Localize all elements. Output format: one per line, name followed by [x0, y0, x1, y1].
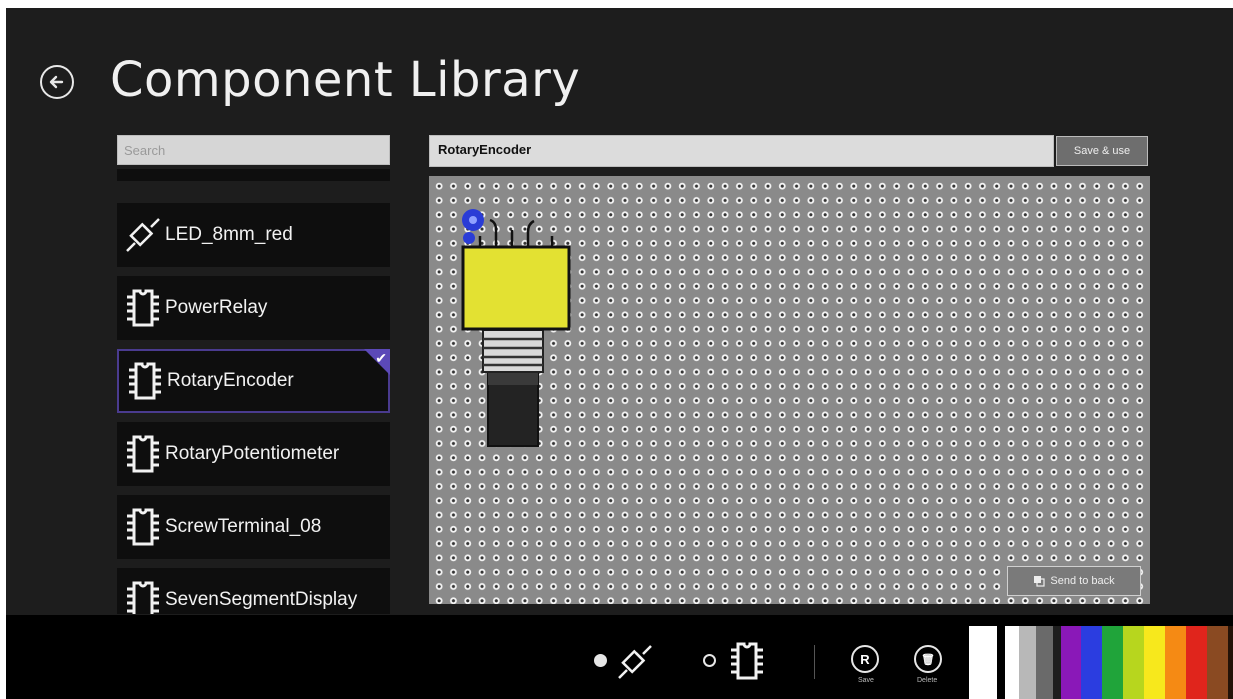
- list-item-power-relay[interactable]: PowerRelay: [117, 276, 390, 340]
- list-item-label: SevenSegmentDisplay: [165, 589, 358, 610]
- save-button[interactable]: R: [851, 645, 879, 673]
- color-swatch-green[interactable]: [1102, 626, 1123, 699]
- color-palette: [969, 626, 1233, 699]
- led-icon[interactable]: [616, 643, 654, 686]
- chip-icon: [121, 580, 165, 614]
- list-item-label: RotaryEncoder: [167, 370, 294, 391]
- color-swatch-dark-brown[interactable]: [1228, 626, 1233, 699]
- page-title: Component Library: [110, 52, 581, 108]
- chip-tool-radio[interactable]: [703, 654, 716, 667]
- rotary-encoder-drawing[interactable]: [429, 176, 1150, 604]
- color-swatch-light-gray[interactable]: [1019, 626, 1036, 699]
- search-input[interactable]: [117, 135, 390, 165]
- app-window: Component Library LED_8mm_red: [6, 8, 1233, 699]
- color-swatch-dark-gray[interactable]: [1053, 626, 1061, 699]
- list-item-partial[interactable]: [117, 169, 390, 181]
- color-swatch-purple[interactable]: [1061, 626, 1081, 699]
- checkmark-icon: ✔: [375, 350, 387, 366]
- delete-label: Delete: [917, 677, 938, 684]
- color-swatch-brown[interactable]: [1207, 626, 1228, 699]
- chip-icon: [121, 434, 165, 474]
- color-swatch-lime[interactable]: [1123, 626, 1144, 699]
- component-name-field[interactable]: RotaryEncoder: [429, 135, 1054, 167]
- color-swatch-yellow[interactable]: [1144, 626, 1165, 699]
- send-to-back-label: Send to back: [1050, 575, 1115, 587]
- list-item-rotary-potentiometer[interactable]: RotaryPotentiometer: [117, 422, 390, 486]
- delete-button[interactable]: 🗑: [914, 645, 942, 673]
- save-label: Save: [858, 677, 874, 684]
- color-swatch-black[interactable]: [997, 626, 1005, 699]
- chip-icon: [123, 361, 167, 401]
- led-icon: [121, 216, 165, 254]
- list-item-led-8mm-red[interactable]: LED_8mm_red: [117, 203, 390, 267]
- breadboard-canvas[interactable]: Send to back: [429, 176, 1150, 604]
- chip-icon: [121, 507, 165, 547]
- back-arrow-icon: [49, 75, 64, 89]
- led-tool-radio[interactable]: [594, 654, 607, 667]
- color-swatch-orange[interactable]: [1165, 626, 1186, 699]
- app-bar-divider: [814, 645, 815, 679]
- list-item-label: ScrewTerminal_08: [165, 516, 322, 537]
- back-button[interactable]: [40, 65, 74, 99]
- color-swatch-gray[interactable]: [1036, 626, 1053, 699]
- component-list: LED_8mm_red PowerRelay RotaryEncoder ✔ R…: [117, 169, 392, 614]
- color-swatch-red[interactable]: [1186, 626, 1207, 699]
- layers-icon: [1034, 576, 1045, 587]
- chip-icon[interactable]: [730, 641, 764, 686]
- list-item-label: LED_8mm_red: [165, 224, 293, 245]
- color-swatch-white-2[interactable]: [1005, 626, 1019, 699]
- list-item-rotary-encoder[interactable]: RotaryEncoder ✔: [117, 349, 390, 413]
- color-swatch-white[interactable]: [969, 626, 997, 699]
- send-to-back-button[interactable]: Send to back: [1007, 566, 1141, 596]
- chip-icon: [121, 288, 165, 328]
- color-swatch-blue[interactable]: [1081, 626, 1102, 699]
- list-item-screw-terminal-08[interactable]: ScrewTerminal_08: [117, 495, 390, 559]
- trash-icon: 🗑: [921, 653, 935, 666]
- app-bar: R Save 🗑 Delete: [6, 615, 1233, 699]
- save-icon: R: [860, 651, 870, 667]
- list-item-label: RotaryPotentiometer: [165, 443, 340, 464]
- save-and-use-button[interactable]: Save & use: [1056, 136, 1148, 166]
- list-item-seven-segment-display[interactable]: SevenSegmentDisplay: [117, 568, 390, 614]
- list-item-label: PowerRelay: [165, 297, 268, 318]
